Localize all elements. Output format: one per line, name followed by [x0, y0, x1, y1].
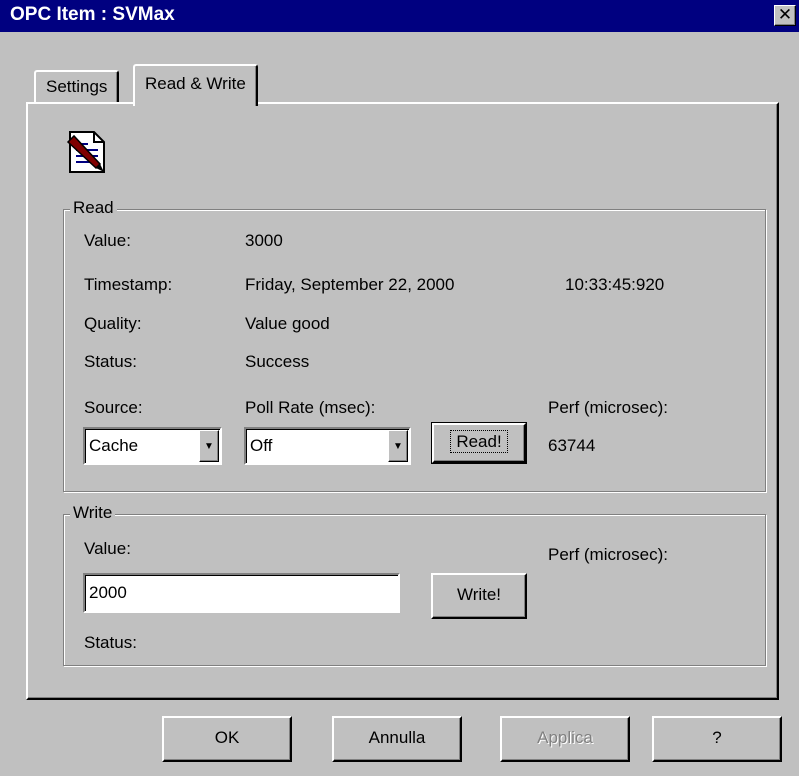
write-value-input[interactable] — [83, 573, 400, 613]
source-dropdown-button[interactable]: ▼ — [199, 430, 219, 462]
timestamp-label: Timestamp: — [84, 275, 173, 294]
tab-settings-label: Settings — [46, 77, 108, 96]
write-button[interactable]: Write! — [431, 573, 527, 619]
write-group-label: Write — [70, 503, 116, 523]
read-perf-label: Perf (microsec): — [548, 398, 668, 417]
close-button[interactable]: ✕ — [774, 5, 796, 26]
help-button-label: ? — [712, 728, 722, 747]
write-value-label: Value: — [84, 539, 131, 558]
ok-button[interactable]: OK — [162, 716, 292, 762]
status-label: Status: — [84, 352, 137, 371]
chevron-down-icon: ▼ — [204, 441, 214, 452]
write-button-label: Write! — [456, 585, 502, 604]
source-label: Source: — [84, 398, 143, 417]
cancel-button-label: Annulla — [368, 728, 426, 747]
status-value: Success — [245, 352, 310, 371]
help-button[interactable]: ? — [652, 716, 782, 762]
read-perf-value: 63744 — [548, 436, 596, 455]
close-icon: ✕ — [777, 5, 793, 24]
timestamp-date: Friday, September 22, 2000 — [245, 275, 455, 294]
read-button-label: Read! — [450, 430, 508, 453]
poll-rate-select-value: Off — [250, 436, 273, 455]
source-select-value: Cache — [89, 436, 139, 455]
quality-value: Value good — [245, 314, 330, 333]
quality-label: Quality: — [84, 314, 142, 333]
poll-rate-select[interactable]: Off ▼ — [244, 427, 411, 465]
apply-button[interactable]: Applica — [500, 716, 630, 762]
source-select[interactable]: Cache ▼ — [83, 427, 222, 465]
read-button[interactable]: Read! — [431, 422, 527, 464]
cancel-button[interactable]: Annulla — [332, 716, 462, 762]
poll-rate-dropdown-button[interactable]: ▼ — [388, 430, 408, 462]
tab-read-write[interactable]: Read & Write — [133, 64, 258, 106]
ok-button-label: OK — [214, 728, 240, 747]
poll-rate-label: Poll Rate (msec): — [245, 398, 376, 417]
timestamp-time: 10:33:45:920 — [565, 275, 665, 294]
write-status-label: Status: — [84, 633, 137, 652]
window-title: OPC Item : SVMax — [10, 4, 175, 25]
read-value: 3000 — [245, 231, 283, 250]
title-bar[interactable]: OPC Item : SVMax ✕ — [0, 0, 799, 32]
read-value-label: Value: — [84, 231, 131, 250]
document-pen-icon — [62, 128, 110, 176]
tab-settings[interactable]: Settings — [34, 70, 120, 102]
read-group-label: Read — [70, 198, 117, 218]
apply-button-label: Applica — [537, 728, 593, 747]
write-perf-label: Perf (microsec): — [548, 545, 668, 564]
chevron-down-icon: ▼ — [393, 441, 403, 452]
tab-read-write-label: Read & Write — [145, 74, 246, 93]
